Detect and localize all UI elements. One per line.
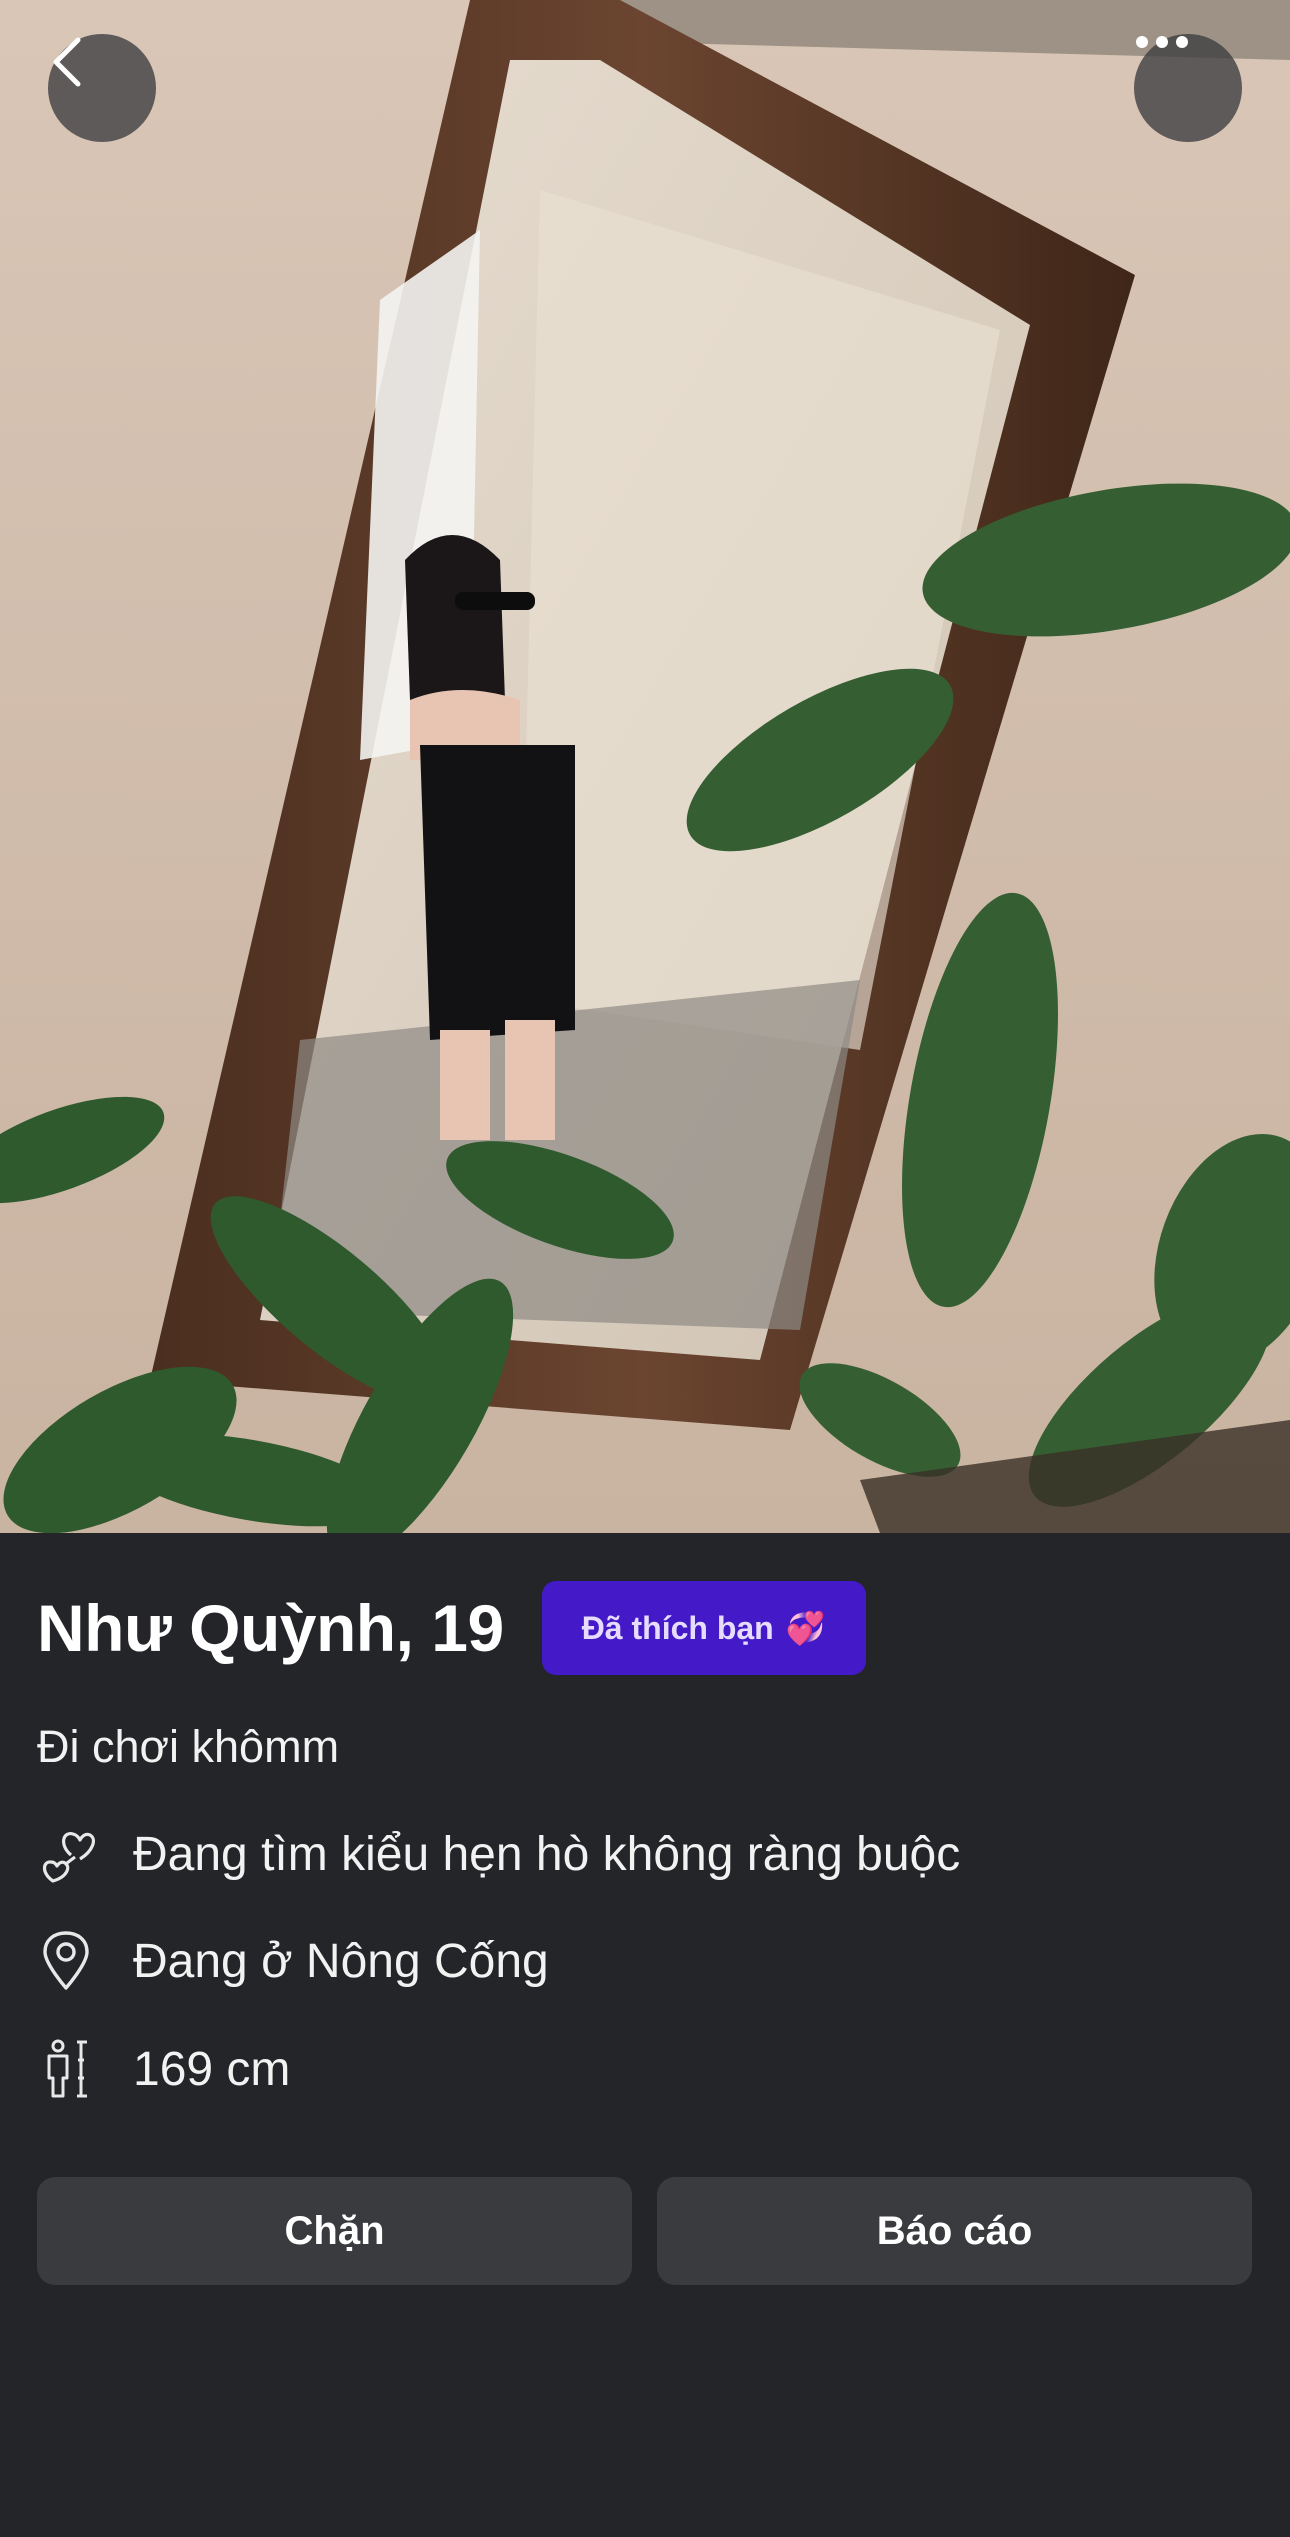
- more-options-button[interactable]: [1134, 34, 1242, 142]
- photo-illustration: [0, 0, 1290, 1533]
- back-button[interactable]: [48, 34, 156, 142]
- looking-for-row: Đang tìm kiểu hẹn hò không ràng buộc: [37, 1823, 960, 1885]
- profile-info: Như Quỳnh, 19 Đã thích bạn 💞 Đi chơi khô…: [0, 1533, 1290, 2537]
- liked-you-badge: Đã thích bạn 💞: [541, 1581, 866, 1675]
- name-row: Như Quỳnh, 19 Đã thích bạn 💞: [37, 1581, 866, 1675]
- location-text: Đang ở Nông Cống: [133, 1934, 549, 1988]
- height-icon: [37, 2038, 95, 2100]
- location-pin-icon: [37, 1930, 95, 1992]
- liked-you-label: Đã thích bạn: [581, 1609, 774, 1646]
- block-button[interactable]: Chặn: [37, 2177, 632, 2285]
- more-horizontal-icon: [1136, 36, 1188, 48]
- profile-screen: Như Quỳnh, 19 Đã thích bạn 💞 Đi chơi khô…: [0, 0, 1290, 2537]
- location-row: Đang ở Nông Cống: [37, 1930, 549, 1992]
- profile-name-age: Như Quỳnh, 19: [37, 1591, 504, 1665]
- hearts-icon: [37, 1823, 95, 1885]
- two-hearts-emoji: 💞: [785, 1610, 826, 1646]
- chevron-left-icon: [53, 37, 81, 87]
- height-text: 169 cm: [133, 2042, 291, 2096]
- profile-photo[interactable]: [0, 0, 1290, 1533]
- height-row: 169 cm: [37, 2038, 290, 2100]
- profile-bio: Đi chơi khômm: [37, 1721, 340, 1772]
- looking-for-text: Đang tìm kiểu hẹn hò không ràng buộc: [133, 1827, 961, 1881]
- report-button[interactable]: Báo cáo: [657, 2177, 1252, 2285]
